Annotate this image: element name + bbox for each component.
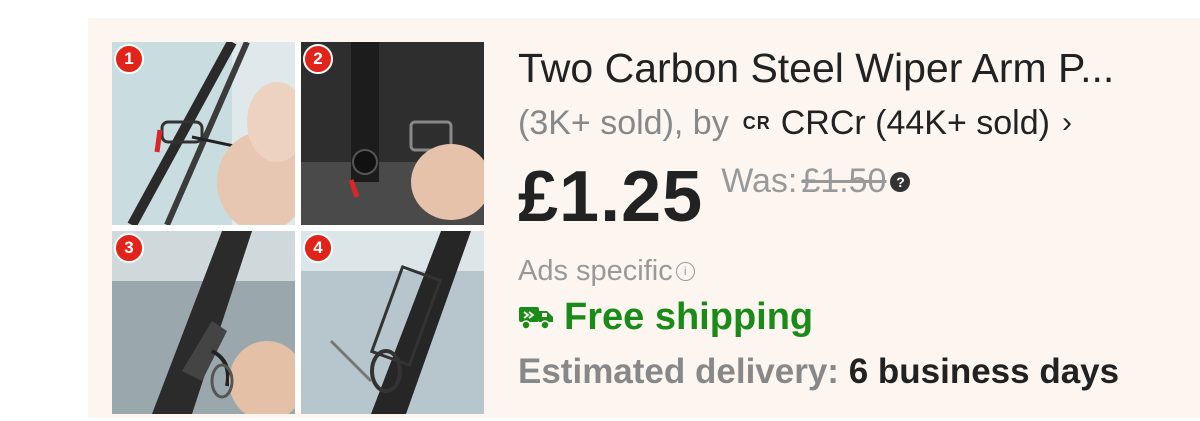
chevron-right-icon[interactable]: › <box>1062 102 1072 144</box>
price-row: £1.25 Was: £1.50 ? <box>518 154 1200 240</box>
current-price: £1.25 <box>518 157 704 237</box>
free-shipping: Free shipping <box>518 294 1200 340</box>
was-price: £1.50 <box>801 162 887 200</box>
step-image-4: 4 <box>301 231 484 414</box>
step-badge-4: 4 <box>303 233 333 263</box>
delivery-value: 6 business days <box>848 352 1120 391</box>
step-image-2: 2 <box>301 42 484 225</box>
step-badge-3: 3 <box>114 233 144 263</box>
was-label: Was: <box>721 162 798 200</box>
info-icon[interactable]: i <box>675 261 695 281</box>
product-image[interactable]: 1 2 3 4 <box>112 42 484 414</box>
estimated-delivery: Estimated delivery: 6 business days <box>518 350 1200 394</box>
step-image-1: 1 <box>112 42 295 225</box>
question-icon[interactable]: ? <box>890 171 911 192</box>
ads-specific[interactable]: Ads specific i <box>518 254 1200 288</box>
product-title[interactable]: Two Carbon Steel Wiper Arm P... <box>518 42 1198 94</box>
seller-logo: CR <box>742 113 771 133</box>
shipping-label: Free shipping <box>564 296 814 338</box>
step-badge-1: 1 <box>114 44 144 74</box>
sold-count: (3K+ sold), by <box>518 104 729 142</box>
was-price-group: Was: £1.50 ? <box>721 162 911 201</box>
seller-name[interactable]: CRCr (44K+ sold) <box>781 102 1050 144</box>
product-info: Two Carbon Steel Wiper Arm P... (3K+ sol… <box>518 42 1200 394</box>
step-badge-2: 2 <box>303 44 333 74</box>
delivery-label: Estimated delivery: <box>518 352 839 391</box>
truck-icon <box>518 303 554 331</box>
ads-label: Ads specific <box>518 255 673 287</box>
seller-line[interactable]: (3K+ sold), by CR CRCr (44K+ sold) › <box>518 102 1200 144</box>
step-image-3: 3 <box>112 231 295 414</box>
